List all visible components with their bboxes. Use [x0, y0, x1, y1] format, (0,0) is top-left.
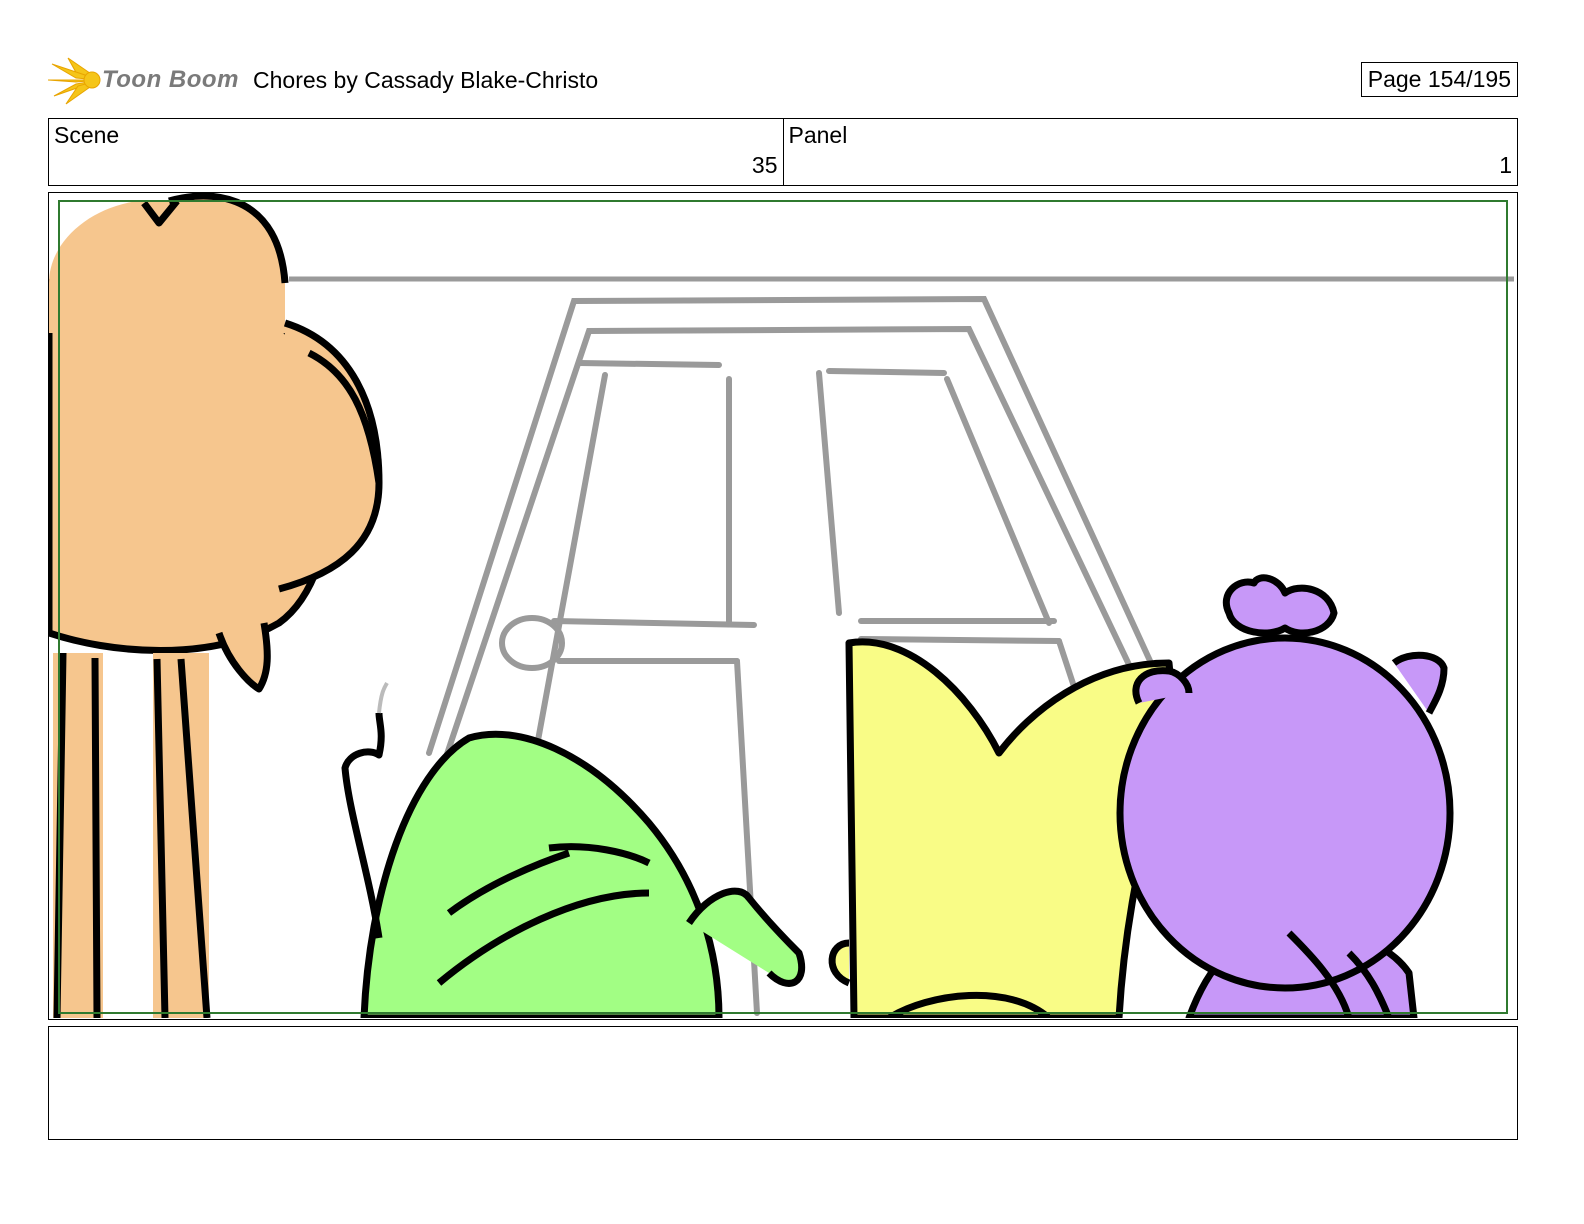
scene-cell: Scene 35: [49, 119, 783, 185]
purple-character: [1116, 574, 1454, 1018]
toon-boom-logo: Toon Boom: [47, 54, 239, 106]
storyboard-drawing: [49, 193, 1514, 1018]
panel-label: Panel: [788, 122, 848, 148]
page-number: Page 154/195: [1360, 62, 1518, 97]
storyboard-title: Chores by Cassady Blake-Christo: [253, 67, 599, 93]
green-character: [341, 681, 806, 1018]
logo-text: Toon Boom: [102, 66, 239, 93]
panel-number: 1: [1499, 152, 1512, 178]
scene-label: Scene: [54, 122, 120, 148]
scene-panel-info: Scene 35 Panel 1: [48, 118, 1518, 186]
orange-character: [49, 193, 383, 1018]
starburst-icon: [47, 57, 101, 105]
scene-number: 35: [751, 152, 778, 178]
storyboard-frame: [48, 192, 1518, 1020]
notes-box: [48, 1026, 1518, 1140]
page-header: Toon Boom Chores by Cassady Blake-Christ…: [47, 54, 1518, 106]
panel-cell: Panel 1: [782, 119, 1518, 185]
